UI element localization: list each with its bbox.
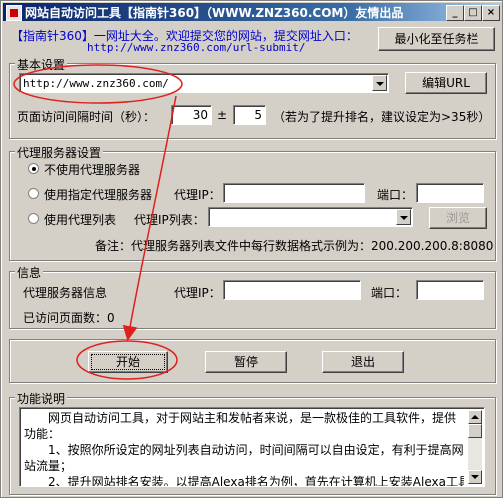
interval-label: 页面访问间隔时间（秒）：: [17, 110, 156, 124]
proxy-list-note: 备注：代理服务器列表文件中每行数据格式示例为：200.200.200.8:808…: [95, 239, 494, 253]
visited-pages-label: 已访问页面数：0: [23, 309, 115, 326]
minimize-button[interactable]: _: [446, 5, 464, 21]
scroll-thumb[interactable]: [468, 424, 482, 438]
no-proxy-radio[interactable]: [28, 163, 39, 174]
proxy-info-label: 代理服务器信息: [23, 286, 108, 300]
description-textarea[interactable]: 网页自动访问工具，对于网站主和发帖者来说，是一款极佳的工具软件，提供功能： 1、…: [19, 407, 485, 487]
no-proxy-label: 不使用代理服务器: [44, 163, 141, 177]
app-window: 网站自动访问工具【指南针360】（WWW.ZNZ360.COM）友情出品 _ □…: [0, 0, 503, 498]
port-input[interactable]: [416, 183, 484, 203]
interval-hint: （若为了提升排名，建议设定为>35秒）: [273, 110, 491, 124]
url-value: http://www.znz360.com/: [23, 77, 169, 90]
minimize-to-tray-button[interactable]: 最小化至任务栏: [378, 27, 495, 51]
plusminus-label: ±: [217, 108, 228, 122]
basic-settings-label: 基本设置: [15, 56, 68, 73]
chevron-down-icon[interactable]: [396, 209, 411, 225]
browse-button[interactable]: 浏览: [429, 207, 487, 229]
proxy-ip-input[interactable]: [223, 183, 365, 203]
description-scrollbar[interactable]: [468, 410, 482, 484]
visited-count: 0: [107, 311, 115, 325]
chevron-down-icon[interactable]: [372, 75, 387, 91]
variance-input[interactable]: 5: [233, 105, 266, 125]
info-proxy-ip-field: [223, 280, 361, 300]
submit-url-link[interactable]: http://www.znz360.com/url-submit/: [87, 41, 306, 54]
interval-input[interactable]: 30: [171, 105, 212, 125]
exit-button[interactable]: 退出: [322, 351, 404, 373]
port-label: 端口：: [377, 188, 414, 202]
scroll-down-icon[interactable]: [468, 470, 482, 484]
proxy-list-select[interactable]: [208, 207, 413, 227]
info-proxy-ip-label: 代理IP：: [174, 286, 221, 300]
url-select[interactable]: http://www.znz360.com/: [19, 73, 389, 93]
pause-button[interactable]: 暂停: [205, 351, 287, 373]
proxy-list-radio[interactable]: [28, 213, 39, 224]
description-label: 功能说明: [15, 390, 68, 407]
info-label: 信息: [15, 264, 44, 281]
title-bar[interactable]: 网站自动访问工具【指南针360】（WWW.ZNZ360.COM）友情出品 _ □…: [3, 3, 500, 21]
app-icon: [6, 5, 22, 21]
edit-url-button[interactable]: 编辑URL: [405, 72, 487, 94]
window-title: 网站自动访问工具【指南针360】（WWW.ZNZ360.COM）友情出品: [25, 6, 404, 20]
description-content: 网页自动访问工具，对于网站主和发帖者来说，是一款极佳的工具软件，提供功能： 1、…: [24, 410, 464, 487]
description-line: 1、按照你所设定的网址列表自动访问，时间间隔可以自由设定，有利于提高网站流量；: [24, 443, 464, 473]
specific-proxy-label: 使用指定代理服务器: [44, 188, 153, 202]
close-button[interactable]: ×: [482, 5, 500, 21]
proxy-list-option-label: 使用代理列表: [44, 213, 117, 227]
description-line: 网页自动访问工具，对于网站主和发帖者来说，是一款极佳的工具软件，提供功能：: [24, 411, 457, 441]
start-button[interactable]: 开始: [88, 351, 168, 373]
visited-label-text: 已访问页面数：: [23, 311, 108, 325]
info-port-label: 端口：: [371, 286, 408, 300]
description-line: 2、提升网站排名安装。以提高Alexa排名为例，首先在计算机上安装Alexa工具: [24, 475, 464, 487]
maximize-button[interactable]: □: [464, 5, 482, 21]
proxy-ip-label: 代理IP：: [174, 188, 221, 202]
info-port-field: [416, 280, 484, 300]
specific-proxy-radio[interactable]: [28, 188, 39, 199]
proxy-settings-label: 代理服务器设置: [15, 144, 104, 161]
scroll-up-icon[interactable]: [468, 410, 482, 424]
proxy-list-label: 代理IP列表：: [134, 213, 205, 227]
